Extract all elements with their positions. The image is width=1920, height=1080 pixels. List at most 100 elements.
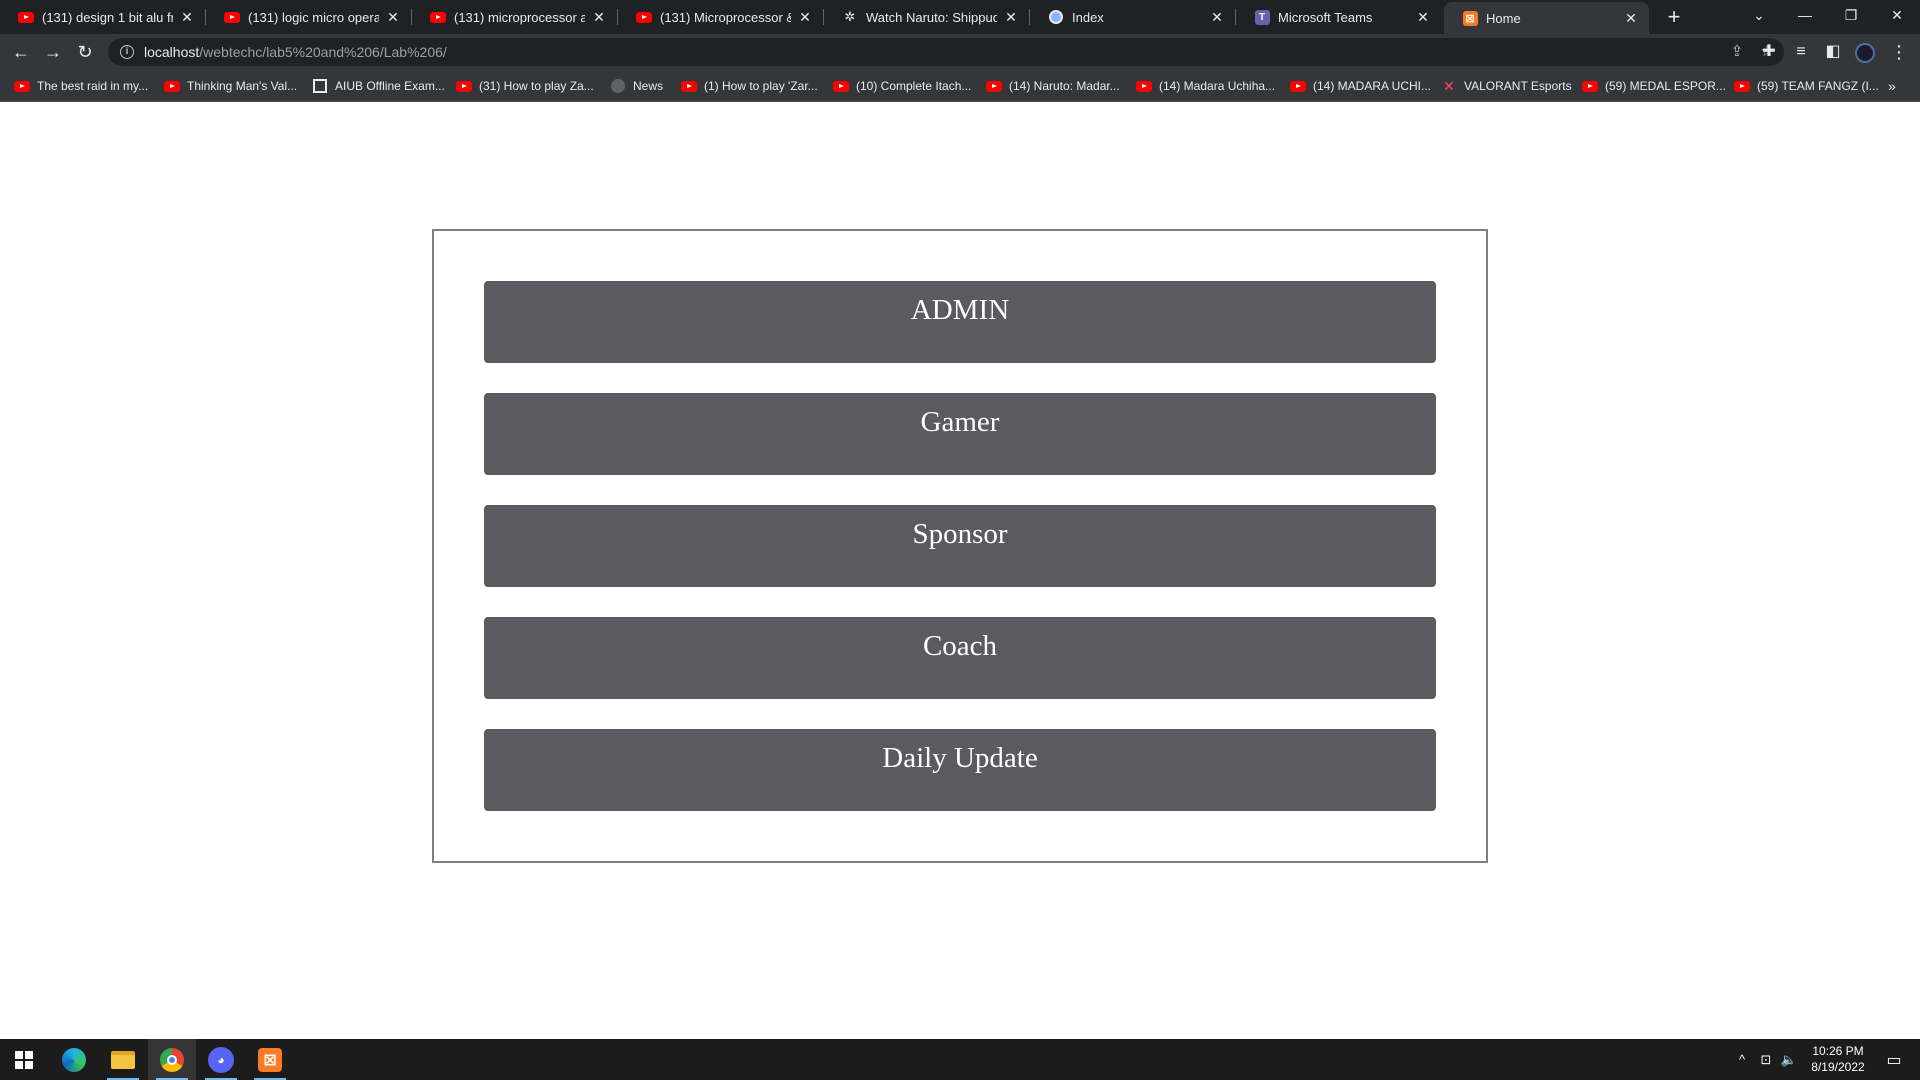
taskbar: ◕ ⊠ ^ ⊡ 🔈 10:26 PM 8/19/2022 ▭	[0, 1039, 1920, 1080]
tab-title: Watch Naruto: Shippuden	[866, 9, 997, 25]
discord-icon[interactable]: ◕	[197, 1039, 245, 1080]
extensions-icon[interactable]: ✚	[1756, 39, 1782, 65]
bookmark-item[interactable]: (59) MEDAL ESPOR...	[1582, 70, 1726, 102]
teams-icon: T	[1254, 9, 1270, 25]
show-hidden-icons-icon[interactable]: ^	[1730, 1039, 1754, 1080]
youtube-icon	[224, 9, 240, 25]
bookmark-item[interactable]: (14) Naruto: Madar...	[986, 70, 1120, 102]
bookmarks-overflow-icon[interactable]: »	[1888, 70, 1896, 102]
daily-update-button[interactable]: Daily Update	[484, 729, 1436, 811]
xampp-icon: ⊠	[1462, 10, 1478, 26]
tab-naruto-shippuden[interactable]: ✲ Watch Naruto: Shippuden ✕	[824, 0, 1029, 34]
bookmark-item[interactable]: AIUB Offline Exam...	[312, 70, 445, 102]
tab-microsoft-teams[interactable]: T Microsoft Teams ✕	[1236, 0, 1441, 34]
bookmark-label: (59) MEDAL ESPOR...	[1605, 79, 1726, 93]
bookmark-item[interactable]: News	[610, 70, 663, 102]
tab-title: (131) logic micro operation	[248, 9, 379, 25]
close-icon[interactable]: ✕	[1623, 10, 1639, 26]
menu-panel: ADMIN Gamer Sponsor Coach Daily Update	[432, 229, 1488, 863]
bookmark-label: (10) Complete Itach...	[856, 79, 972, 93]
url-host: localhost	[144, 44, 200, 60]
file-explorer-icon[interactable]	[99, 1039, 147, 1080]
browser-toolbar: ← → ↻ i localhost/webtechc/lab5%20and%20…	[0, 34, 1920, 70]
side-panel-icon[interactable]: ◧	[1820, 39, 1846, 65]
bookmark-item[interactable]: (59) TEAM FANGZ (I...	[1734, 70, 1879, 102]
tab-title: Index	[1072, 9, 1104, 25]
youtube-icon	[14, 78, 30, 94]
close-icon[interactable]: ✕	[1415, 9, 1431, 25]
close-icon[interactable]: ✕	[1209, 9, 1225, 25]
youtube-icon	[456, 78, 472, 94]
youtube-icon	[1290, 78, 1306, 94]
sponsor-button[interactable]: Sponsor	[484, 505, 1436, 587]
notifications-icon[interactable]: ▭	[1876, 1039, 1912, 1080]
youtube-icon	[986, 78, 1002, 94]
youtube-icon	[833, 78, 849, 94]
reload-icon[interactable]: ↻	[72, 39, 98, 65]
youtube-icon	[430, 9, 446, 25]
menu-kebab-icon[interactable]: ⋮	[1886, 39, 1912, 65]
tab-title: Microsoft Teams	[1278, 9, 1373, 25]
youtube-icon	[636, 9, 652, 25]
close-icon[interactable]: ✕	[385, 9, 401, 25]
aiub-icon	[312, 78, 328, 94]
new-tab-button[interactable]: +	[1662, 5, 1686, 29]
system-clock[interactable]: 10:26 PM 8/19/2022	[1800, 1043, 1876, 1075]
bookmark-label: Thinking Man's Val...	[187, 79, 298, 93]
tab-title: (131) Microprocessor & I/O	[660, 9, 791, 25]
network-icon[interactable]: ⊡	[1754, 1039, 1778, 1080]
address-bar[interactable]: i localhost/webtechc/lab5%20and%206/Lab%…	[108, 38, 1784, 66]
clock-time: 10:26 PM	[1812, 1044, 1864, 1058]
tab-title: (131) design 1 bit alu from	[42, 9, 173, 25]
coach-button[interactable]: Coach	[484, 617, 1436, 699]
bookmark-item[interactable]: (14) Madara Uchiha...	[1136, 70, 1275, 102]
close-window-button[interactable]: ✕	[1874, 0, 1920, 30]
volume-icon[interactable]: 🔈	[1778, 1039, 1800, 1080]
close-icon[interactable]: ✕	[591, 9, 607, 25]
start-icon[interactable]	[0, 1039, 48, 1080]
back-icon[interactable]: ←	[8, 39, 34, 65]
globe-icon	[1048, 9, 1064, 25]
forward-icon[interactable]: →	[40, 39, 66, 65]
share-icon[interactable]: ⇪	[1724, 38, 1750, 66]
profile-avatar[interactable]	[1852, 39, 1878, 65]
bookmark-item[interactable]: Thinking Man's Val...	[164, 70, 297, 102]
bookmark-item[interactable]: (14) MADARA UCHI...	[1290, 70, 1431, 102]
youtube-icon	[681, 78, 697, 94]
bookmark-item[interactable]: The best raid in my...	[14, 70, 148, 102]
bookmark-item[interactable]: (31) How to play Za...	[456, 70, 594, 102]
tab-home[interactable]: ⊠ Home ✕	[1444, 2, 1649, 34]
bookmark-item[interactable]: ✕ VALORANT Esports	[1441, 70, 1571, 102]
bookmark-item[interactable]: (1) How to play 'Zar...	[681, 70, 818, 102]
tab-microprocessor-aiub[interactable]: (131) microprocessor aiub ✕	[412, 0, 617, 34]
bookmark-label: (31) How to play Za...	[479, 79, 594, 93]
xampp-icon[interactable]: ⊠	[246, 1039, 294, 1080]
edge-icon[interactable]	[50, 1039, 98, 1080]
tab-search-icon[interactable]: ⌄	[1736, 0, 1782, 30]
bookmark-label: (59) TEAM FANGZ (I...	[1757, 79, 1879, 93]
tab-logic-micro-operation[interactable]: (131) logic micro operation ✕	[206, 0, 411, 34]
tab-design-alu[interactable]: (131) design 1 bit alu from ✕	[0, 0, 205, 34]
bookmarks-bar: The best raid in my... Thinking Man's Va…	[0, 70, 1920, 102]
media-control-icon[interactable]: ≡	[1788, 39, 1814, 65]
info-icon[interactable]: i	[120, 45, 134, 59]
close-icon[interactable]: ✕	[179, 9, 195, 25]
tab-title: Home	[1486, 10, 1521, 26]
chrome-icon[interactable]	[148, 1039, 196, 1080]
tab-microprocessor-io[interactable]: (131) Microprocessor & I/O ✕	[618, 0, 823, 34]
gamer-button[interactable]: Gamer	[484, 393, 1436, 475]
restore-button[interactable]: ❐	[1828, 0, 1874, 30]
news-icon	[610, 78, 626, 94]
tab-index[interactable]: Index ✕	[1030, 0, 1235, 34]
bookmark-label: AIUB Offline Exam...	[335, 79, 445, 93]
tab-title: (131) microprocessor aiub	[454, 9, 585, 25]
close-icon[interactable]: ✕	[797, 9, 813, 25]
bookmark-item[interactable]: (10) Complete Itach...	[833, 70, 971, 102]
minimize-button[interactable]: —	[1782, 0, 1828, 30]
tab-strip: (131) design 1 bit alu from ✕ (131) logi…	[0, 0, 1920, 34]
admin-button[interactable]: ADMIN	[484, 281, 1436, 363]
bookmark-label: (1) How to play 'Zar...	[704, 79, 818, 93]
url-path: /webtechc/lab5%20and%206/Lab%206/	[199, 44, 447, 60]
youtube-icon	[1734, 78, 1750, 94]
close-icon[interactable]: ✕	[1003, 9, 1019, 25]
